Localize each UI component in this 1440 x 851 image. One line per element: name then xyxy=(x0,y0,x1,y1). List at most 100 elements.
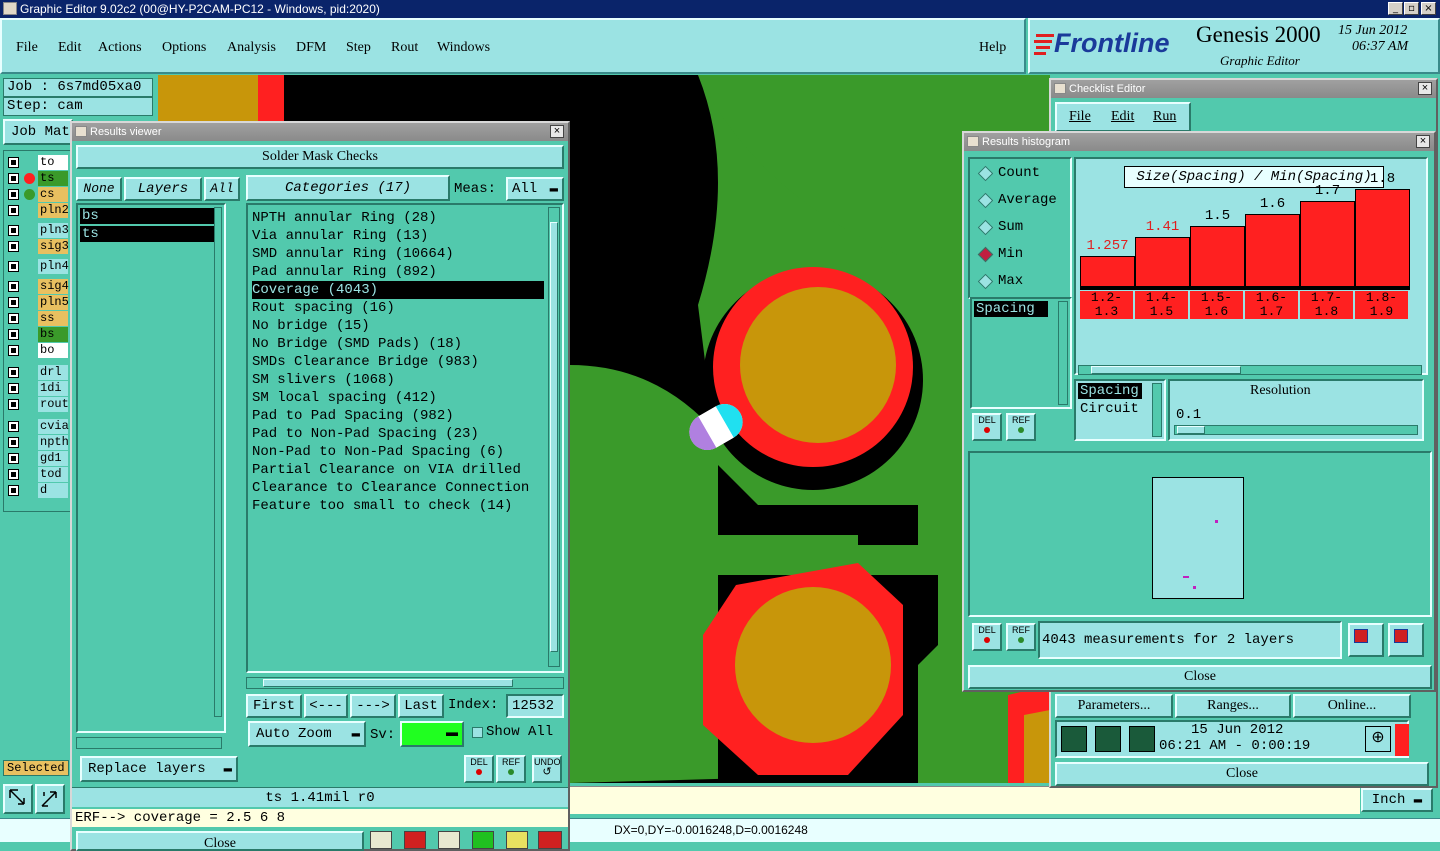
histogram-bar[interactable] xyxy=(1080,256,1135,287)
layer-row-to[interactable]: to xyxy=(6,155,68,170)
histogram-ref-button[interactable]: REF xyxy=(1006,413,1036,441)
menu-dfm[interactable]: DFM xyxy=(296,40,326,56)
show-all-checkbox[interactable] xyxy=(472,727,483,738)
categories-vertical-scrollbar[interactable] xyxy=(548,207,560,667)
tool-icon-5[interactable] xyxy=(506,831,528,849)
menu-help[interactable]: Help xyxy=(979,40,1006,56)
preview-ref-button[interactable]: REF xyxy=(1006,623,1036,651)
category-item[interactable]: Pad to Non-Pad Spacing (23) xyxy=(252,425,479,443)
menu-rout[interactable]: Rout xyxy=(391,40,418,56)
import-button[interactable] xyxy=(1388,623,1424,657)
meas-dropdown[interactable]: All ▬ xyxy=(506,177,564,201)
category-item[interactable]: No Bridge (SMD Pads) (18) xyxy=(252,335,462,353)
radio-average[interactable]: Average xyxy=(976,190,1057,210)
layer-row-cs[interactable]: cs xyxy=(6,187,68,202)
minimize-button[interactable]: _ xyxy=(1388,2,1403,15)
scrollbar-thumb[interactable] xyxy=(550,222,558,652)
layer-checkbox[interactable] xyxy=(8,313,19,324)
layer-checkbox[interactable] xyxy=(8,173,19,184)
tool-icon-3[interactable] xyxy=(438,831,460,849)
del-button[interactable]: DEL xyxy=(464,755,494,783)
layer-list-item[interactable]: bs xyxy=(80,208,220,224)
layer-row-sig3[interactable]: sig3 xyxy=(6,239,69,254)
category-item[interactable]: Rout spacing (16) xyxy=(252,299,395,317)
layer-row-tod[interactable]: tod xyxy=(6,467,68,482)
all-layers-button[interactable]: All xyxy=(204,177,240,201)
radio-max[interactable]: Max xyxy=(976,271,1023,291)
layer-checkbox[interactable] xyxy=(8,345,19,356)
job-matrix-button[interactable]: Job Mat xyxy=(3,119,73,145)
severity-dropdown[interactable]: ▬ xyxy=(400,721,464,747)
auto-zoom-dropdown[interactable]: Auto Zoom ▬ xyxy=(248,721,366,747)
layer-checkbox[interactable] xyxy=(8,367,19,378)
layer-row-gd1[interactable]: gd1 xyxy=(6,451,68,466)
next-button[interactable]: ---> xyxy=(350,694,396,718)
histogram-bar[interactable] xyxy=(1300,201,1355,287)
layer-row-bo[interactable]: bo xyxy=(6,343,68,358)
export-button[interactable] xyxy=(1348,623,1384,657)
run-icon-3[interactable] xyxy=(1129,726,1155,752)
category-item[interactable]: Clearance to Clearance Connection xyxy=(252,479,529,497)
layer-row-ts[interactable]: ts xyxy=(6,171,68,186)
categories-button[interactable]: Categories (17) xyxy=(246,175,450,201)
last-button[interactable]: Last xyxy=(398,694,444,718)
menu-windows[interactable]: Windows xyxy=(437,40,490,56)
layer-checkbox[interactable] xyxy=(8,225,19,236)
tool-icon-2[interactable] xyxy=(404,831,426,849)
slider-thumb[interactable] xyxy=(1177,426,1205,434)
scrollbar-thumb[interactable] xyxy=(1091,366,1241,374)
histogram-del-button[interactable]: DEL xyxy=(972,413,1002,441)
layer-row-d[interactable]: d xyxy=(6,483,68,498)
parameter-item[interactable]: Spacing xyxy=(1078,383,1142,399)
maximize-button[interactable]: ▫ xyxy=(1404,2,1419,15)
layer-checkbox[interactable] xyxy=(8,383,19,394)
histogram-bar[interactable] xyxy=(1355,189,1410,287)
checklist-menu-edit[interactable]: Edit xyxy=(1111,109,1134,125)
scrollbar-thumb[interactable] xyxy=(263,679,513,687)
undo-button[interactable]: UNDO ↺ xyxy=(532,755,562,783)
index-input[interactable]: 12532 xyxy=(506,694,564,718)
histogram-bar[interactable] xyxy=(1245,214,1300,287)
category-item[interactable]: Feature too small to check (14) xyxy=(252,497,512,515)
checklist-menu-run[interactable]: Run xyxy=(1153,109,1176,125)
parameter-item[interactable]: Circuit xyxy=(1078,401,1139,417)
run-icon-1[interactable] xyxy=(1061,726,1087,752)
online-button[interactable]: Online... xyxy=(1293,694,1411,718)
menu-actions[interactable]: Actions xyxy=(98,40,142,56)
solder-mask-checks-header[interactable]: Solder Mask Checks xyxy=(76,145,564,169)
layer-row-drl[interactable]: drl xyxy=(6,365,68,380)
close-icon[interactable]: × xyxy=(1418,82,1432,95)
radio-sum[interactable]: Sum xyxy=(976,217,1023,237)
categories-horizontal-scrollbar[interactable] xyxy=(246,677,564,689)
category-item[interactable]: Coverage (4043) xyxy=(252,281,544,299)
histogram-close-button[interactable]: Close xyxy=(968,665,1432,689)
menu-analysis[interactable]: Analysis xyxy=(227,40,276,56)
layer-row-ss[interactable]: ss xyxy=(6,311,68,326)
category-item[interactable]: Via annular Ring (13) xyxy=(252,227,428,245)
layer-checkbox[interactable] xyxy=(8,205,19,216)
run-icon-2[interactable] xyxy=(1095,726,1121,752)
ref-button[interactable]: REF xyxy=(496,755,526,783)
layer-checkbox[interactable] xyxy=(8,329,19,340)
histogram-bar[interactable] xyxy=(1135,237,1190,287)
layer-row-sig4[interactable]: sig4 xyxy=(6,279,69,294)
category-item[interactable]: No bridge (15) xyxy=(252,317,370,335)
layer-checkbox[interactable] xyxy=(8,281,19,292)
results-viewer-close-button[interactable]: Close xyxy=(76,831,364,851)
category-item[interactable]: Pad to Pad Spacing (982) xyxy=(252,407,454,425)
category-item[interactable]: SM local spacing (412) xyxy=(252,389,437,407)
layer-checkbox[interactable] xyxy=(8,453,19,464)
menu-step[interactable]: Step xyxy=(346,40,371,56)
previous-button[interactable]: <--- xyxy=(304,694,348,718)
layer-row-pln4[interactable]: pln4 xyxy=(6,259,69,274)
parameter-scrollbar[interactable] xyxy=(1152,383,1162,437)
menu-edit[interactable]: Edit xyxy=(58,40,81,56)
layer-checkbox[interactable] xyxy=(8,421,19,432)
layer-checkbox[interactable] xyxy=(8,261,19,272)
zoom-tool-button[interactable] xyxy=(3,784,33,814)
close-icon[interactable]: × xyxy=(1416,135,1430,148)
category-item[interactable]: SMD annular Ring (10664) xyxy=(252,245,454,263)
layer-checkbox[interactable] xyxy=(8,297,19,308)
tool-icon-4[interactable] xyxy=(472,831,494,849)
layer-row-rout[interactable]: rout xyxy=(6,397,69,412)
